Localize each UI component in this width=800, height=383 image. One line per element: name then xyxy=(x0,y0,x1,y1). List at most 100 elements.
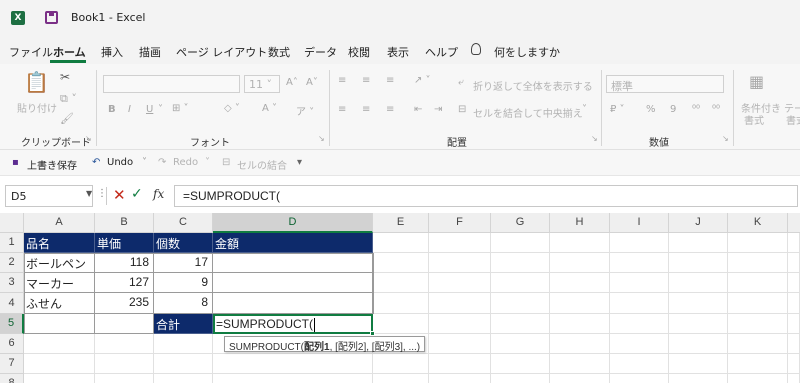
undo-icon[interactable]: ↶ xyxy=(92,157,100,168)
grid-cell[interactable] xyxy=(550,233,610,253)
align-top-icon[interactable]: ≡ xyxy=(338,75,346,86)
grid-cell[interactable] xyxy=(788,314,800,334)
grid-cell[interactable] xyxy=(95,374,154,383)
grid-cell[interactable] xyxy=(550,273,610,293)
table-cell[interactable] xyxy=(95,314,154,334)
grid-cell[interactable] xyxy=(788,334,800,354)
font-color-icon[interactable]: A ˅ xyxy=(262,103,277,114)
row-header-3[interactable]: 3 xyxy=(0,273,24,293)
save-icon[interactable] xyxy=(45,11,58,24)
table-cell[interactable]: 17 xyxy=(154,253,213,273)
grid-cell[interactable] xyxy=(788,233,800,253)
redo-dropdown[interactable]: ˅ xyxy=(205,157,210,168)
grid-cell[interactable] xyxy=(373,233,429,253)
decrease-indent-icon[interactable]: ⇤ xyxy=(414,104,422,115)
grid-cell[interactable] xyxy=(669,253,728,273)
table-cell[interactable] xyxy=(24,314,95,334)
grid-cell[interactable] xyxy=(373,354,429,374)
table-cell[interactable]: ふせん xyxy=(24,293,95,314)
align-bottom-icon[interactable]: ≡ xyxy=(386,75,394,86)
active-cell-d5[interactable]: =SUMPRODUCT( xyxy=(213,314,373,334)
paste-icon[interactable]: 📋 xyxy=(24,70,49,94)
worksheet-grid[interactable]: A B C D E F G H I J K 1 2 3 4 5 6 7 8 品名… xyxy=(0,213,800,383)
grid-cell[interactable] xyxy=(373,314,429,334)
grid-cell[interactable] xyxy=(24,374,95,383)
grid-cell[interactable] xyxy=(373,253,429,273)
lightbulb-icon[interactable] xyxy=(471,43,481,55)
merge-icon[interactable]: ⊟ xyxy=(222,157,230,168)
grid-cell[interactable] xyxy=(788,354,800,374)
grid-cell[interactable] xyxy=(788,374,800,383)
grid-cell[interactable] xyxy=(95,334,154,354)
tab-insert[interactable]: 挿入 xyxy=(101,44,123,60)
grid-cell[interactable] xyxy=(550,253,610,273)
table-header-cell[interactable]: 単価 xyxy=(95,233,154,253)
row-header-2[interactable]: 2 xyxy=(0,253,24,273)
grid-cell[interactable] xyxy=(491,374,550,383)
underline-dropdown[interactable]: ˅ xyxy=(158,104,163,115)
grid-cell[interactable] xyxy=(610,273,669,293)
grid-cell[interactable] xyxy=(610,334,669,354)
column-header-l[interactable] xyxy=(788,213,800,233)
column-header-k[interactable]: K xyxy=(728,213,788,233)
tab-formulas[interactable]: 数式 xyxy=(268,44,290,60)
grid-cell[interactable] xyxy=(728,334,788,354)
grid-cell[interactable] xyxy=(154,354,213,374)
grid-cell[interactable] xyxy=(550,374,610,383)
table-cell[interactable]: マーカー xyxy=(24,273,95,293)
grid-cell[interactable] xyxy=(491,233,550,253)
column-header-b[interactable]: B xyxy=(95,213,154,233)
total-label-cell[interactable]: 合計 xyxy=(154,314,213,334)
grid-cell[interactable] xyxy=(213,354,373,374)
grid-cell[interactable] xyxy=(669,273,728,293)
format-painter-icon[interactable]: 🖌 xyxy=(60,112,74,125)
table-cell[interactable] xyxy=(213,293,373,314)
increase-decimal-icon[interactable]: ⁰⁰ xyxy=(692,104,700,115)
bold-button[interactable]: B xyxy=(108,104,116,115)
save-button[interactable]: 上書き保存 xyxy=(27,157,77,172)
currency-icon[interactable]: ₽ ˅ xyxy=(610,104,625,115)
grid-cell[interactable] xyxy=(429,293,491,314)
row-header-4[interactable]: 4 xyxy=(0,293,24,314)
cut-icon[interactable]: ✂ xyxy=(60,70,70,84)
align-left-icon[interactable]: ≡ xyxy=(338,104,346,115)
table-cell[interactable]: 127 xyxy=(95,273,154,293)
column-header-h[interactable]: H xyxy=(550,213,610,233)
grid-cell[interactable] xyxy=(669,374,728,383)
merge-cells-button[interactable]: セルの結合 xyxy=(237,157,287,172)
table-cell[interactable] xyxy=(213,273,373,293)
italic-button[interactable]: I xyxy=(128,104,131,115)
row-header-7[interactable]: 7 xyxy=(0,354,24,374)
grid-cell[interactable] xyxy=(728,293,788,314)
grid-cell[interactable] xyxy=(550,334,610,354)
borders-icon[interactable]: ⊞ ˅ xyxy=(172,103,189,114)
table-cell[interactable]: 235 xyxy=(95,293,154,314)
grid-cell[interactable] xyxy=(728,374,788,383)
merge-icon[interactable]: ⊟ xyxy=(458,104,466,115)
grid-cell[interactable] xyxy=(429,233,491,253)
phonetic-icon[interactable]: ア ˅ xyxy=(296,103,314,118)
tab-review[interactable]: 校閲 xyxy=(348,44,370,60)
grid-cell[interactable] xyxy=(669,334,728,354)
copy-icon[interactable]: ⧉ ˅ xyxy=(60,92,77,106)
function-tooltip[interactable]: SUMPRODUCT(配列1, [配列2], [配列3], ...) xyxy=(224,336,426,353)
grid-cell[interactable] xyxy=(728,273,788,293)
grid-cell[interactable] xyxy=(610,314,669,334)
column-header-e[interactable]: E xyxy=(373,213,429,233)
undo-button[interactable]: Undo xyxy=(107,157,133,168)
align-right-icon[interactable]: ≡ xyxy=(386,104,394,115)
column-header-i[interactable]: I xyxy=(610,213,669,233)
grid-cell[interactable] xyxy=(669,293,728,314)
cancel-icon[interactable]: ✕ xyxy=(113,186,126,204)
undo-dropdown[interactable]: ˅ xyxy=(142,157,147,168)
grid-cell[interactable] xyxy=(788,253,800,273)
row-header-8[interactable]: 8 xyxy=(0,374,24,383)
column-header-j[interactable]: J xyxy=(669,213,728,233)
grid-cell[interactable] xyxy=(373,374,429,383)
grid-cell[interactable] xyxy=(728,314,788,334)
tab-draw[interactable]: 描画 xyxy=(139,44,161,60)
grid-cell[interactable] xyxy=(788,273,800,293)
grid-cell[interactable] xyxy=(429,354,491,374)
name-box[interactable]: D5 ▼ xyxy=(5,185,93,207)
grid-cell[interactable] xyxy=(154,334,213,354)
